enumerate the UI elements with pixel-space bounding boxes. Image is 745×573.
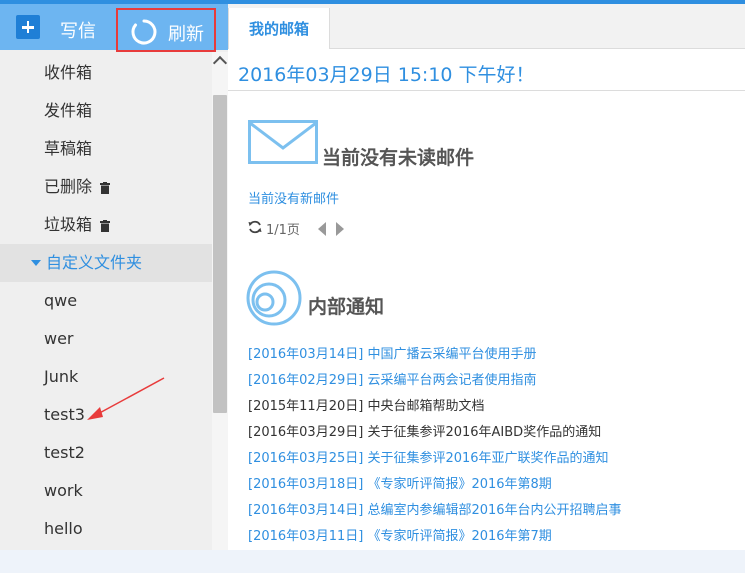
notice-item[interactable]: [2016年03月11日] 《专家听评简报》2016年第7期 [248, 524, 738, 550]
divider [228, 90, 745, 91]
sidebar: 写信 刷新 收件箱 发件箱 草稿箱 已删除 垃圾箱 自定义文件夹 qwe wer… [0, 4, 228, 550]
notice-item[interactable]: [2016年03月29日] 关于征集参评2016年AIBD奖作品的通知 [248, 420, 738, 446]
next-page-icon[interactable] [336, 222, 344, 236]
custom-folder-toggle[interactable]: 自定义文件夹 [0, 244, 212, 282]
trash-icon[interactable] [100, 181, 111, 194]
trash-icon[interactable] [100, 219, 111, 232]
scroll-up-arrow-icon[interactable] [212, 55, 228, 71]
internal-notice-heading: 内部通知 [308, 296, 385, 318]
tab-my-mailbox[interactable]: 我的邮箱 [228, 8, 330, 49]
refresh-icon [131, 19, 157, 45]
annotation-arrow [87, 377, 165, 420]
scrollbar-thumb[interactable] [213, 95, 227, 413]
notice-item[interactable]: [2016年03月18日] 《专家听评简报》2016年第8期 [248, 472, 738, 498]
folder-drafts[interactable]: 草稿箱 [0, 130, 212, 168]
no-new-mail-text: 当前没有新邮件 [248, 192, 340, 207]
greeting-text: 2016年03月29日 15:10 下午好！ [238, 64, 535, 86]
refresh-button[interactable]: 刷新 [116, 8, 216, 52]
custom-folder-item[interactable]: hello [0, 510, 212, 548]
sync-icon[interactable] [248, 220, 262, 234]
bottom-strip [0, 550, 745, 573]
notice-item[interactable]: [2016年02月29日] 云采编平台两会记者使用指南 [248, 368, 738, 394]
main-panel: 我的邮箱 2016年03月29日 15:10 下午好！ 当前没有未读邮件 当前没… [228, 4, 745, 550]
folder-junk[interactable]: 垃圾箱 [0, 206, 212, 244]
custom-folder-item[interactable]: wer [0, 320, 212, 358]
refresh-label: 刷新 [168, 24, 204, 45]
folder-sent[interactable]: 发件箱 [0, 92, 212, 130]
tab-bar: 我的邮箱 [228, 4, 745, 49]
envelope-icon [248, 120, 318, 164]
prev-page-icon[interactable] [318, 222, 326, 236]
compose-label: 写信 [60, 21, 96, 42]
compose-button[interactable]: 写信 [14, 12, 114, 44]
mail-pager: 1/1页 [248, 218, 368, 238]
notice-item[interactable]: [2016年03月14日] 中国广播云采编平台使用手册 [248, 342, 738, 368]
notice-item[interactable]: [2016年03月25日] 关于征集参评2016年亚广联奖作品的通知 [248, 446, 738, 472]
unread-mail-heading: 当前没有未读邮件 [322, 147, 475, 169]
caret-down-icon [31, 260, 41, 266]
sidebar-scrollbar[interactable] [212, 52, 228, 550]
notice-item[interactable]: [2016年03月14日] 总编室内参编辑部2016年台内公开招聘启事 [248, 498, 738, 524]
custom-folder-item[interactable]: test2 [0, 434, 212, 472]
notice-item[interactable]: [2015年11月20日] 中央台邮箱帮助文档 [248, 394, 738, 420]
notice-list: [2016年03月14日] 中国广播云采编平台使用手册 [2016年02月29日… [248, 342, 738, 550]
folder-list: 收件箱 发件箱 草稿箱 已删除 垃圾箱 自定义文件夹 qwe wer Junk … [0, 54, 212, 548]
sidebar-toolbar: 写信 刷新 [0, 4, 228, 52]
notice-circles-icon [246, 270, 302, 326]
folder-deleted[interactable]: 已删除 [0, 168, 212, 206]
folder-inbox[interactable]: 收件箱 [0, 54, 212, 92]
custom-folder-item[interactable]: qwe [0, 282, 212, 320]
page-info: 1/1页 [266, 223, 300, 238]
custom-folder-item[interactable]: work [0, 472, 212, 510]
plus-icon [16, 15, 40, 39]
